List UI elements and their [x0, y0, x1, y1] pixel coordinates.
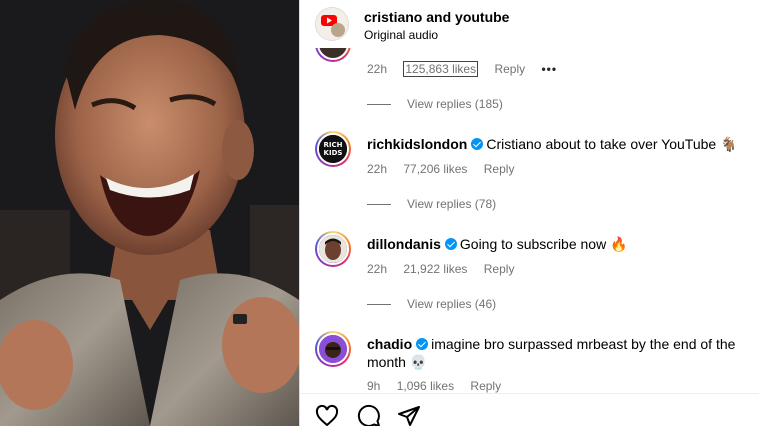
post-photo [0, 0, 299, 426]
divider-line [367, 104, 391, 106]
comment-meta: 22h 21,922 likes Reply [367, 262, 527, 276]
post-title: cristiano and youtube [364, 9, 509, 25]
comment-avatar[interactable] [315, 331, 351, 367]
comment-text: Cristiano about to take over YouTube 🐐 [486, 136, 738, 152]
action-bar [300, 393, 759, 426]
comment-likes[interactable]: 77,206 likes [403, 162, 467, 176]
author-username[interactable]: cristiano [364, 9, 422, 25]
view-replies-button[interactable]: View replies (46) [367, 297, 496, 311]
comment-time: 22h [367, 262, 388, 276]
reply-button[interactable]: Reply [484, 162, 515, 176]
comment-avatar[interactable]: RICH KIDS [315, 131, 351, 167]
comment-meta: 9h 1,096 likes Reply [367, 379, 514, 393]
comments-list[interactable]: 22h 125,863 likes Reply ••• View replies… [300, 48, 759, 393]
verified-badge-icon [444, 238, 457, 250]
user-photo-icon [319, 235, 347, 263]
comment-username[interactable]: richkidslondon [367, 136, 467, 152]
comment-icon[interactable] [357, 404, 381, 426]
view-replies-label: View replies (46) [407, 297, 497, 311]
comment-body: richkidslondon Cristiano about to take ov… [367, 135, 747, 153]
comment-avatar[interactable] [315, 231, 351, 267]
comment-username[interactable]: dillondanis [367, 236, 441, 252]
comment-body: dillondanis Going to subscribe now 🔥 [367, 235, 747, 253]
comments-panel: cristiano and youtube Original audio 22h… [299, 0, 759, 426]
comment-username[interactable]: chadio [367, 336, 412, 352]
comment-body: chadio imagine bro surpassed mrbeast by t… [367, 335, 747, 371]
more-options-icon[interactable]: ••• [541, 62, 557, 76]
reply-button[interactable]: Reply [470, 379, 501, 393]
post-title-suffix: and youtube [422, 9, 510, 25]
comment-likes[interactable]: 21,922 likes [403, 262, 467, 276]
view-replies-label: View replies (185) [407, 97, 503, 111]
divider-line [367, 204, 391, 206]
heart-icon[interactable] [315, 404, 339, 426]
reply-button[interactable]: Reply [484, 262, 515, 276]
reply-button[interactable]: Reply [494, 62, 525, 76]
view-replies-button[interactable]: View replies (78) [367, 197, 496, 211]
audio-label[interactable]: Original audio [364, 28, 438, 42]
comment-time: 22h [367, 62, 388, 76]
post-media[interactable] [0, 0, 299, 426]
author-avatar[interactable] [315, 7, 349, 41]
user-photo-icon [319, 335, 347, 363]
youtube-logo-icon [316, 8, 348, 40]
svg-text:KIDS: KIDS [324, 149, 343, 157]
share-icon[interactable] [397, 404, 421, 426]
comment-likes[interactable]: 1,096 likes [397, 379, 454, 393]
comment-time: 22h [367, 162, 388, 176]
divider-line [367, 304, 391, 306]
view-replies-label: View replies (78) [407, 197, 497, 211]
view-replies-button[interactable]: View replies (185) [367, 97, 503, 111]
comment-meta: 22h 125,863 likes Reply ••• [367, 61, 570, 77]
comment-text: Going to subscribe now 🔥 [459, 236, 628, 252]
comment-meta: 22h 77,206 likes Reply [367, 162, 527, 176]
svg-text:RICH: RICH [324, 141, 343, 149]
comment-time: 9h [367, 379, 381, 393]
comment-likes[interactable]: 125,863 likes [403, 61, 479, 77]
verified-badge-icon [416, 338, 429, 350]
richkids-logo-icon: RICH KIDS [319, 135, 347, 163]
comment-avatar[interactable] [315, 48, 351, 62]
verified-badge-icon [471, 138, 484, 150]
